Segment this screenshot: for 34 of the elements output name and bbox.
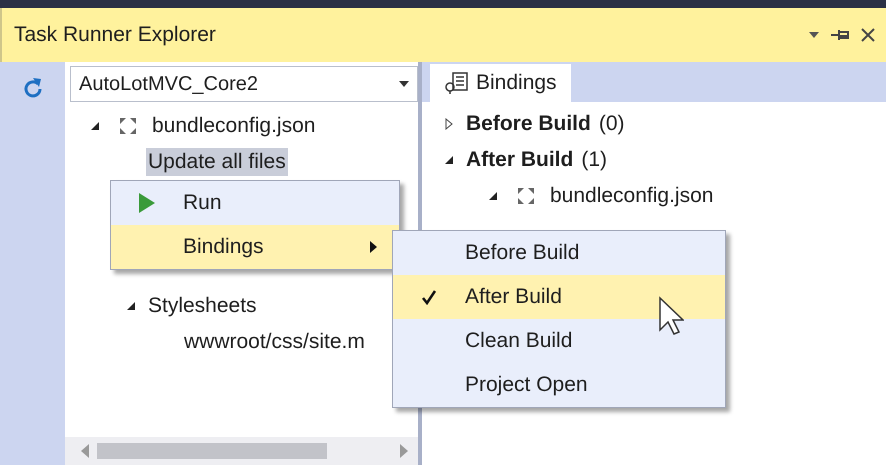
binding-item[interactable]: Before Build: [464, 110, 593, 138]
binding-count: (1): [581, 148, 607, 172]
expand-arrow-icon[interactable]: [488, 190, 498, 202]
menu-item[interactable]: Bindings: [111, 225, 399, 269]
tree-item[interactable]: Update all files: [146, 148, 288, 176]
pin-icon[interactable]: [830, 28, 850, 42]
close-icon[interactable]: [860, 27, 876, 43]
menu-item[interactable]: Project Open: [393, 363, 725, 407]
menu-item[interactable]: After Build: [393, 275, 725, 319]
menu-item[interactable]: Clean Build: [393, 319, 725, 363]
binding-count: (0): [598, 112, 625, 136]
mouse-pointer-icon: [658, 296, 684, 336]
tree-item[interactable]: wwwroot/css/site.m: [182, 328, 367, 356]
tree-item[interactable]: bundleconfig.json: [150, 112, 318, 140]
expand-arrow-icon[interactable]: [444, 118, 454, 130]
caret-icon: [399, 81, 409, 87]
project-dropdown[interactable]: AutoLotMVC_Core2: [70, 66, 418, 102]
expand-arrow-icon[interactable]: [90, 121, 100, 131]
submenu-arrow-icon: [370, 241, 377, 253]
binding-item[interactable]: After Build: [464, 146, 576, 174]
expand-arrows-icon: [118, 116, 138, 136]
expand-arrow-icon[interactable]: [444, 154, 454, 166]
bindings-tab[interactable]: Bindings: [430, 64, 571, 102]
expand-arrow-icon[interactable]: [126, 301, 136, 311]
play-icon: [139, 193, 155, 213]
menu-item[interactable]: Run: [111, 181, 399, 225]
scrollbar-thumb[interactable]: [97, 443, 327, 459]
tree-item[interactable]: Stylesheets: [146, 292, 259, 320]
window-title: Task Runner Explorer: [14, 23, 216, 47]
refresh-icon[interactable]: [22, 76, 44, 100]
document-key-icon: [444, 71, 470, 95]
binding-item[interactable]: bundleconfig.json: [548, 182, 716, 210]
expand-arrows-icon: [516, 186, 536, 206]
dropdown-icon[interactable]: [808, 31, 820, 39]
